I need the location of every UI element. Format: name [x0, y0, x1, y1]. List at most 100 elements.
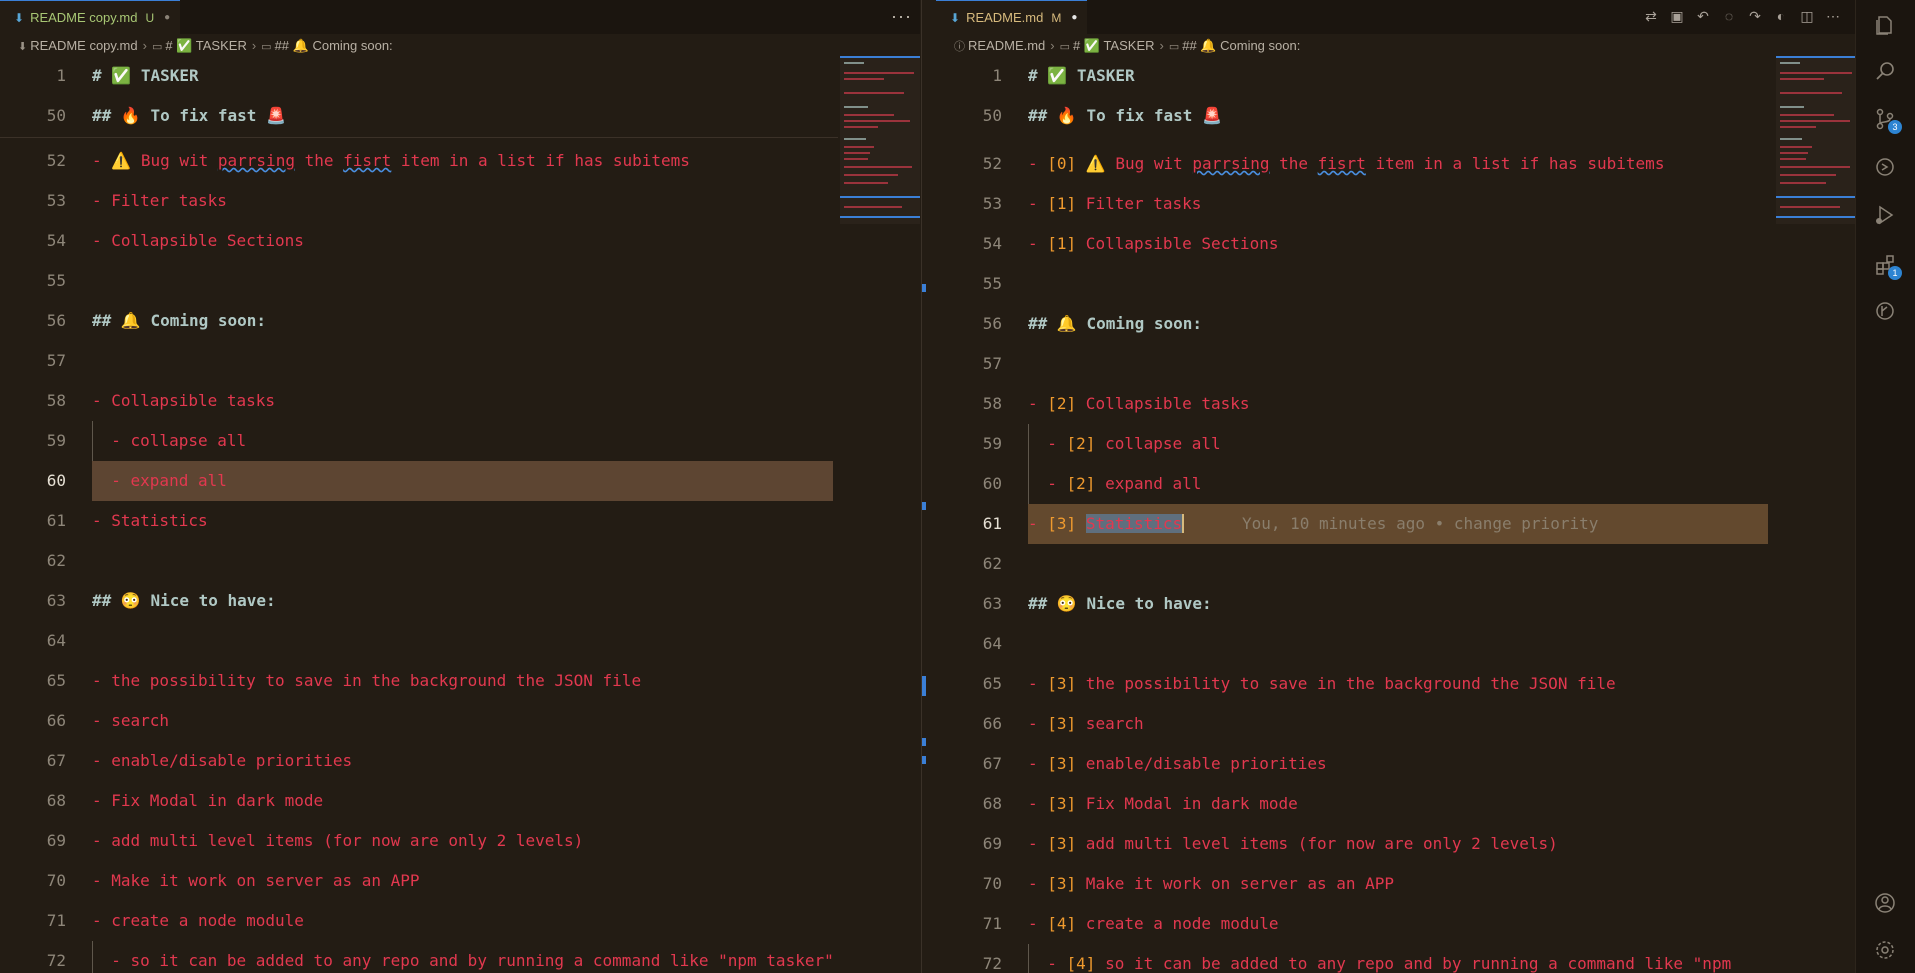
more-actions-icon[interactable]: ⋯ [1824, 6, 1842, 26]
minimap-line [1780, 114, 1834, 116]
open-preview-icon[interactable]: ▣ [1668, 6, 1686, 26]
remote-explorer-icon[interactable] [1872, 154, 1898, 180]
extensions-icon[interactable]: 1 [1872, 252, 1902, 280]
line-number: 71 [982, 914, 1002, 933]
line-number: 52 [982, 154, 1002, 173]
minimap-line [1780, 174, 1836, 176]
unsaved-dot-icon[interactable]: ● [164, 12, 170, 23]
minimap-line [1780, 206, 1840, 208]
code-line[interactable]: - Filter tasks [92, 181, 227, 221]
code-line-heading[interactable]: ## 😳 Nice to have: [92, 581, 276, 621]
code-line[interactable]: - [2] collapse all [1028, 424, 1220, 464]
line-number-current: 61 [982, 514, 1002, 533]
code-line[interactable]: - [3] the possibility to save in the bac… [1028, 664, 1616, 704]
code-line[interactable]: - create a node module [92, 901, 304, 941]
explorer-icon[interactable] [1872, 12, 1898, 38]
account-icon[interactable] [1872, 890, 1898, 916]
breadcrumb-file[interactable]: README copy.md [30, 38, 137, 53]
line-number: 64 [46, 631, 66, 650]
git-graph-icon[interactable] [1872, 298, 1898, 324]
code-line[interactable]: - [4] create a node module [1028, 904, 1278, 944]
code-line[interactable]: - [2] Collapsible tasks [1028, 384, 1250, 424]
selected-text[interactable]: Statistics [1085, 514, 1185, 533]
line-number: 1 [992, 66, 1002, 85]
code-line[interactable]: - Collapsible Sections [92, 221, 304, 261]
code-line-heading[interactable]: ## 🔔 Coming soon: [92, 301, 266, 341]
minimap-line [1780, 92, 1842, 94]
code-line[interactable]: - Make it work on server as an APP [92, 861, 420, 901]
code-line-heading[interactable]: ## 😳 Nice to have: [1028, 584, 1212, 624]
open-changes-icon[interactable]: ⇄ [1642, 6, 1660, 26]
previous-change-icon[interactable]: ◌ [1720, 6, 1738, 26]
search-icon[interactable] [1872, 58, 1898, 84]
line-number: 63 [982, 594, 1002, 613]
sticky-line-h2[interactable]: ## 🔥 To fix fast 🚨 [92, 96, 286, 136]
sticky-line-h1[interactable]: # ✅ TASKER [1028, 56, 1135, 96]
more-actions-button[interactable]: ··· [891, 6, 912, 27]
code-line[interactable]: - Statistics [92, 501, 208, 541]
tab-readme-copy[interactable]: ⬇ README copy.md U ● [0, 0, 181, 34]
code-line[interactable]: - [3] add multi level items (for now are… [1028, 824, 1558, 864]
code-line[interactable]: - so it can be added to any repo and by … [92, 941, 833, 973]
breadcrumb: ⬇ README copy.md › ▭ # ✅ TASKER › ▭ ## 🔔 Coming… [0, 34, 920, 58]
code-line[interactable]: - [1] Filter tasks [1028, 184, 1201, 224]
code-line[interactable]: - [3] enable/disable priorities [1028, 744, 1327, 784]
gitlens-icon[interactable]: ◐ [1772, 6, 1790, 26]
priority-bracket: [4] [1047, 914, 1077, 933]
code-line-current[interactable]: - expand all [92, 461, 227, 501]
breadcrumb-h1[interactable]: # ✅ TASKER [1073, 38, 1154, 53]
code-line[interactable]: - enable/disable priorities [92, 741, 352, 781]
heading-symbol-icon: ▭ [261, 41, 272, 53]
code-line[interactable]: - search [92, 701, 169, 741]
code-line[interactable]: - the possibility to save in the backgro… [92, 661, 641, 701]
unsaved-dot-icon[interactable]: ● [1071, 12, 1077, 23]
git-blame-annotation[interactable]: You, 10 minutes ago • change priority [1242, 514, 1598, 533]
minimap-marker [1776, 56, 1856, 58]
priority-bracket: [2] [1066, 474, 1096, 493]
breadcrumb-h2[interactable]: ## 🔔 Coming soon: [1182, 38, 1300, 53]
tab-readme[interactable]: ⬇ README.md M ● [936, 0, 1088, 34]
breadcrumb-h2[interactable]: ## 🔔 Coming soon: [275, 38, 393, 53]
code-line[interactable]: - [2] expand all [1028, 464, 1201, 504]
code-line[interactable]: - Fix Modal in dark mode [92, 781, 323, 821]
line-number: 65 [46, 671, 66, 690]
go-back-icon[interactable]: ↶ [1694, 6, 1712, 26]
code-line-heading[interactable]: ## 🔔 Coming soon: [1028, 304, 1202, 344]
line-number: 70 [46, 871, 66, 890]
split-editor-icon[interactable]: ◫ [1798, 6, 1816, 26]
line-number: 60 [982, 474, 1002, 493]
code-line[interactable]: - [3] Fix Modal in dark mode [1028, 784, 1298, 824]
code-line[interactable]: - [3] search [1028, 704, 1144, 744]
minimap-line [844, 72, 914, 74]
line-number: 53 [46, 191, 66, 210]
code-line[interactable]: - [4] so it can be added to any repo and… [1028, 944, 1731, 973]
breadcrumb-h1[interactable]: # ✅ TASKER [165, 38, 246, 53]
next-change-icon[interactable]: ↷ [1746, 6, 1764, 26]
gear-icon[interactable] [1872, 937, 1898, 963]
code-line[interactable]: - Collapsible tasks [92, 381, 275, 421]
sticky-line-h2[interactable]: ## 🔥 To fix fast 🚨 [1028, 96, 1222, 136]
chevron-right-icon: › [142, 38, 147, 53]
code-line[interactable]: - add multi level items (for now are onl… [92, 821, 583, 861]
markdown-file-icon: ⬇ [18, 41, 28, 53]
code-line[interactable]: - collapse all [92, 421, 246, 461]
editor-split-divider[interactable] [921, 0, 937, 973]
run-debug-icon[interactable] [1872, 202, 1898, 228]
editor-actions: ⇄ ▣ ↶ ◌ ↷ ◐ ◫ ⋯ [1642, 6, 1842, 26]
code-line[interactable]: - [3] Make it work on server as an APP [1028, 864, 1394, 904]
line-number: 56 [46, 311, 66, 330]
priority-bracket: [3] [1047, 834, 1077, 853]
code-line-current[interactable]: - [3] Statistics You, 10 minutes ago • c… [1028, 504, 1598, 544]
minimap-line [844, 62, 864, 64]
minimap-line [844, 206, 902, 208]
line-number-current: 60 [46, 471, 66, 490]
sticky-line-h1[interactable]: # ✅ TASKER [92, 56, 199, 96]
code-line[interactable]: - ⚠️ Bug wit parrsing the fisrt item in … [92, 141, 690, 181]
minimap-right[interactable] [1776, 56, 1856, 224]
minimap-left[interactable] [840, 56, 920, 224]
source-control-icon[interactable]: 3 [1872, 106, 1902, 134]
code-line[interactable]: - [0] ⚠️ Bug wit parrsing the fisrt item… [1028, 144, 1664, 184]
breadcrumb-file[interactable]: README.md [968, 38, 1045, 53]
line-number: 72 [46, 951, 66, 970]
code-line[interactable]: - [1] Collapsible Sections [1028, 224, 1278, 264]
